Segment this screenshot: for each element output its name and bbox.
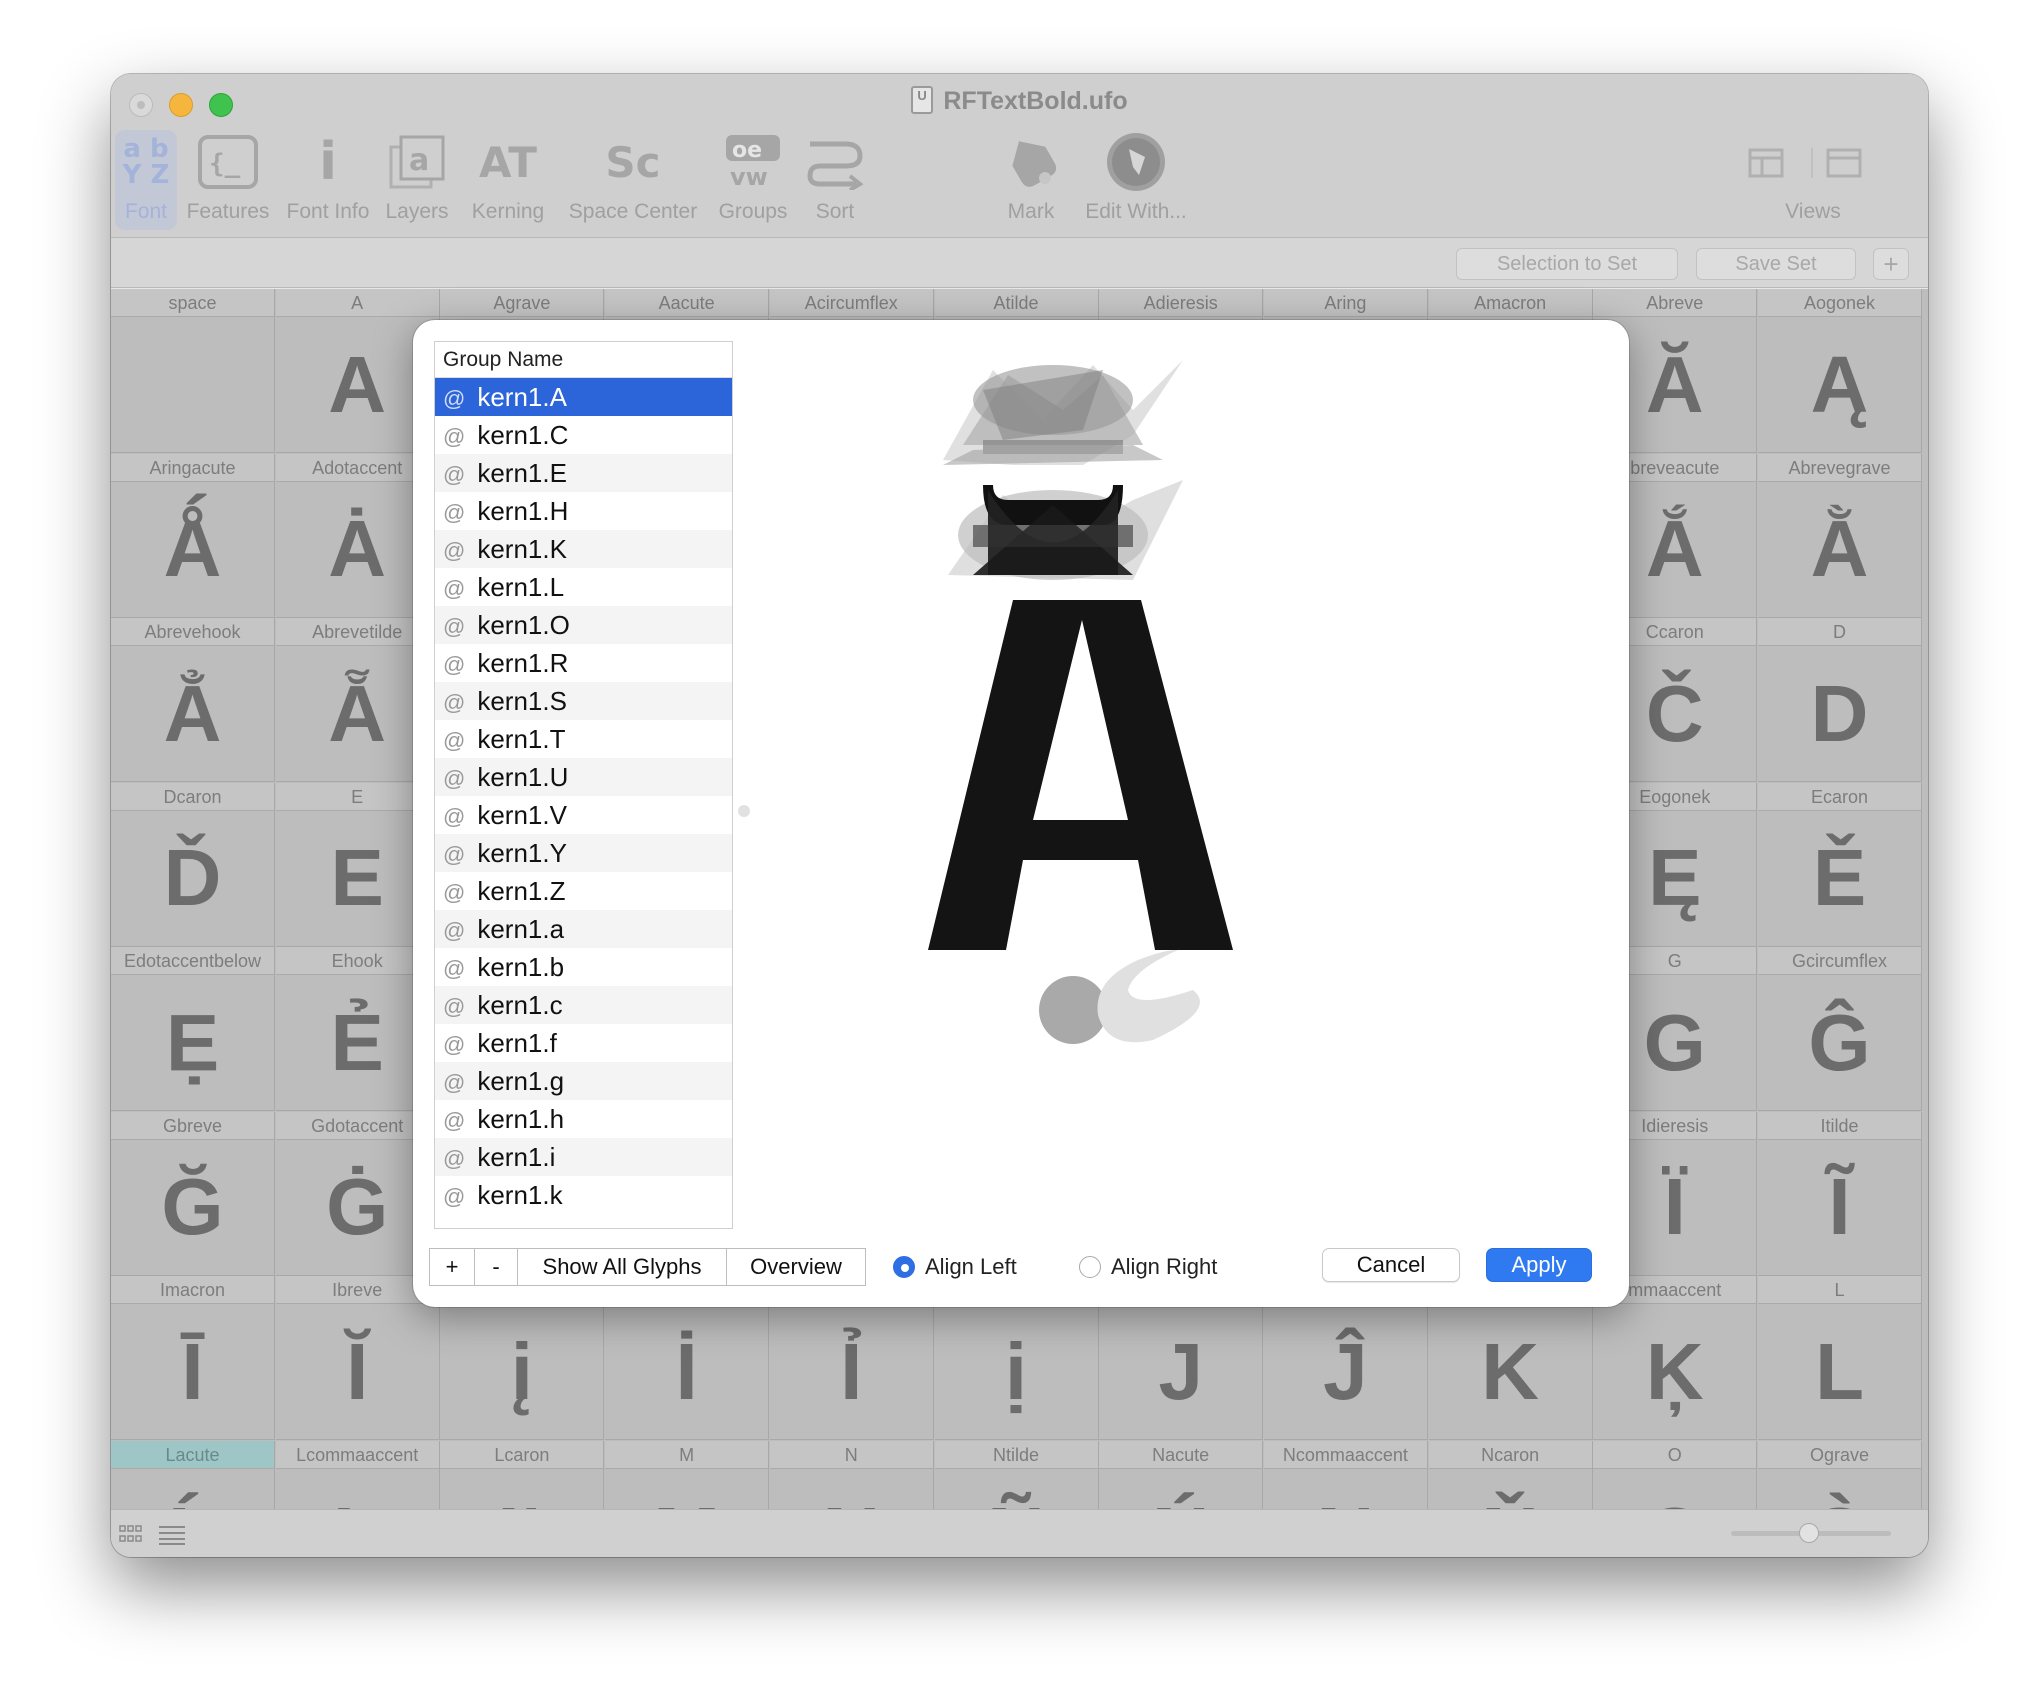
groups-sheet: Group Name @ kern1.A @ kern1.C @ kern1.E @ kern…	[413, 320, 1629, 1307]
group-prefix: @	[443, 462, 466, 487]
add-group-button[interactable]: +	[429, 1248, 475, 1286]
group-prefix: @	[443, 614, 466, 639]
show-all-glyphs-button[interactable]: Show All Glyphs	[517, 1248, 727, 1286]
group-name: kern1.H	[477, 496, 569, 526]
radio-unselected-icon	[1079, 1256, 1101, 1278]
radio-selected-icon	[893, 1256, 915, 1278]
group-prefix: @	[443, 842, 466, 867]
group-prefix: @	[443, 766, 466, 791]
group-name: kern1.c	[477, 990, 563, 1020]
group-prefix: @	[443, 690, 466, 715]
group-name: kern1.U	[477, 762, 569, 792]
group-row[interactable]: @ kern1.L	[435, 568, 732, 606]
group-row[interactable]: @ kern1.H	[435, 492, 732, 530]
group-name: kern1.i	[477, 1142, 556, 1172]
remove-group-button[interactable]: -	[474, 1248, 518, 1286]
group-prefix: @	[443, 1070, 466, 1095]
group-name: kern1.S	[477, 686, 567, 716]
group-row[interactable]: @ kern1.a	[435, 910, 732, 948]
splitter-handle[interactable]	[738, 805, 750, 817]
group-prefix: @	[443, 1184, 466, 1209]
group-row[interactable]: @ kern1.c	[435, 986, 732, 1024]
group-name-header[interactable]: Group Name	[435, 342, 732, 378]
group-prefix: @	[443, 500, 466, 525]
group-prefix: @	[443, 804, 466, 829]
group-name: kern1.R	[477, 648, 569, 678]
group-row[interactable]: @ kern1.K	[435, 530, 732, 568]
group-row[interactable]: @ kern1.E	[435, 454, 732, 492]
group-row[interactable]: @ kern1.g	[435, 1062, 732, 1100]
group-name: kern1.g	[477, 1066, 565, 1096]
group-row[interactable]: @ kern1.C	[435, 416, 732, 454]
group-rows: @ kern1.A @ kern1.C @ kern1.E @ kern1.H @ kern1.K…	[435, 378, 732, 1214]
group-prefix: @	[443, 956, 466, 981]
group-row[interactable]: @ kern1.i	[435, 1138, 732, 1176]
group-row[interactable]: @ kern1.Y	[435, 834, 732, 872]
group-row[interactable]: @ kern1.h	[435, 1100, 732, 1138]
group-prefix: @	[443, 1108, 466, 1133]
group-row[interactable]: @ kern1.Z	[435, 872, 732, 910]
align-left-radio[interactable]: Align Left	[893, 1248, 1017, 1286]
group-prefix: @	[443, 1146, 466, 1171]
group-name: kern1.L	[477, 572, 565, 602]
group-name: kern1.E	[477, 458, 567, 488]
group-name: kern1.V	[477, 800, 567, 830]
group-name: kern1.O	[477, 610, 570, 640]
overview-button[interactable]: Overview	[726, 1248, 866, 1286]
cancel-button[interactable]: Cancel	[1322, 1248, 1460, 1282]
group-prefix: @	[443, 994, 466, 1019]
group-name: kern1.a	[477, 914, 565, 944]
group-name: kern1.T	[477, 724, 566, 754]
group-prefix: @	[443, 918, 466, 943]
group-name: kern1.k	[477, 1180, 563, 1210]
group-name: kern1.Y	[477, 838, 567, 868]
group-prefix: @	[443, 576, 466, 601]
group-prefix: @	[443, 652, 466, 677]
group-row[interactable]: @ kern1.R	[435, 644, 732, 682]
group-row[interactable]: @ kern1.S	[435, 682, 732, 720]
group-name: kern1.Z	[477, 876, 566, 906]
align-left-label: Align Left	[925, 1254, 1017, 1279]
group-list[interactable]: Group Name @ kern1.A @ kern1.C @ kern1.E @ kern…	[434, 341, 733, 1229]
group-prefix: @	[443, 880, 466, 905]
group-prefix: @	[443, 386, 466, 411]
group-name: kern1.f	[477, 1028, 557, 1058]
stacked-glyphs-preview	[928, 360, 1233, 1044]
group-row[interactable]: @ kern1.k	[435, 1176, 732, 1214]
group-row[interactable]: @ kern1.V	[435, 796, 732, 834]
group-prefix: @	[443, 728, 466, 753]
group-row[interactable]: @ kern1.b	[435, 948, 732, 986]
group-name: kern1.K	[477, 534, 567, 564]
apply-button[interactable]: Apply	[1486, 1248, 1592, 1282]
glyph-preview	[833, 350, 1353, 1210]
group-row[interactable]: @ kern1.O	[435, 606, 732, 644]
group-row[interactable]: @ kern1.T	[435, 720, 732, 758]
align-right-label: Align Right	[1111, 1254, 1218, 1279]
group-prefix: @	[443, 538, 466, 563]
group-prefix: @	[443, 1032, 466, 1057]
group-name: kern1.A	[477, 382, 567, 412]
group-row[interactable]: @ kern1.f	[435, 1024, 732, 1062]
group-name: kern1.h	[477, 1104, 565, 1134]
group-name: kern1.C	[477, 420, 569, 450]
group-name: kern1.b	[477, 952, 565, 982]
group-row[interactable]: @ kern1.U	[435, 758, 732, 796]
group-row[interactable]: @ kern1.A	[435, 378, 732, 416]
align-right-radio[interactable]: Align Right	[1079, 1248, 1217, 1286]
group-prefix: @	[443, 424, 466, 449]
